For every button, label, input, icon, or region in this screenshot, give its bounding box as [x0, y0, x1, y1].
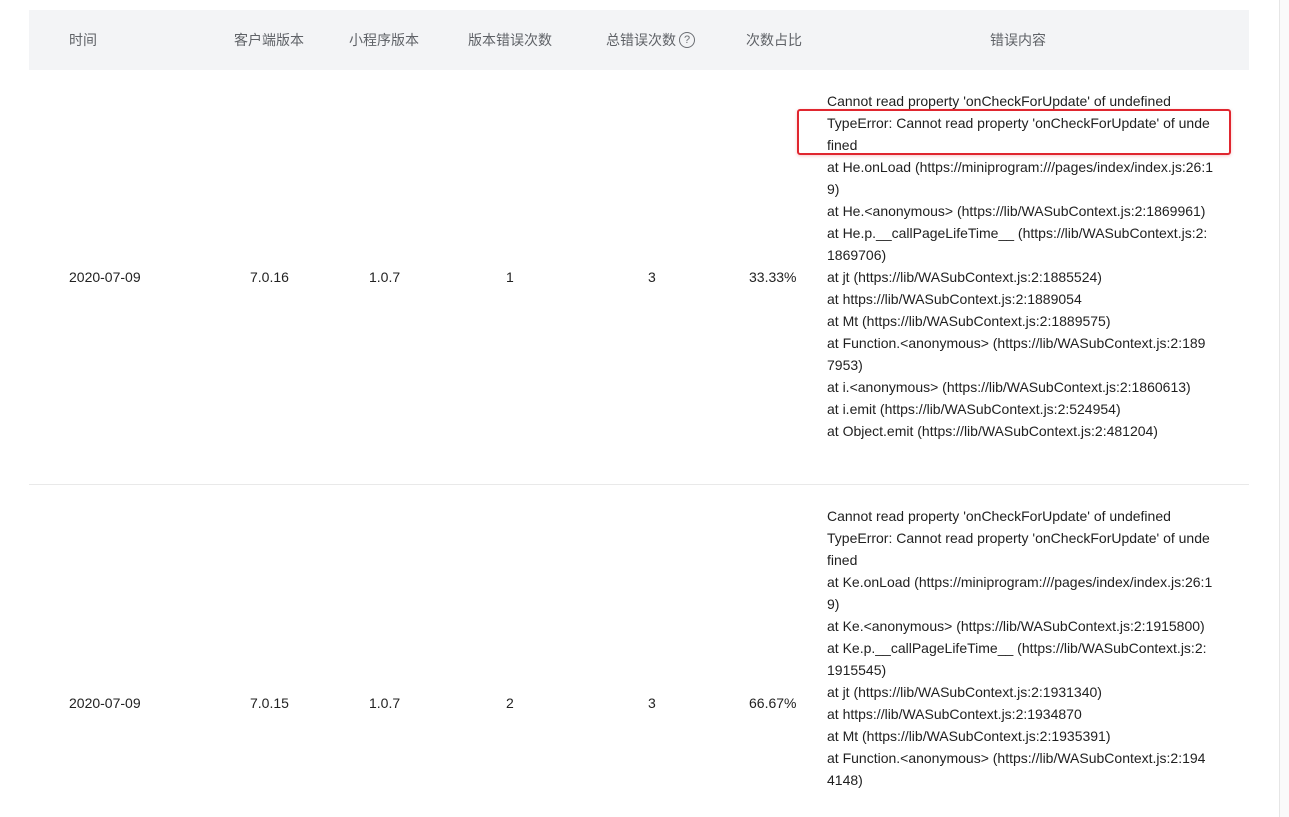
- cell-ratio: 33.33%: [749, 269, 797, 285]
- header-total-error-count-label: 总错误次数: [606, 32, 676, 48]
- cell-total-error-count: 3: [648, 695, 656, 711]
- error-line: at Mt (https://lib/WASubContext.js:2:193…: [827, 728, 1111, 744]
- error-line: at i.emit (https://lib/WASubContext.js:2…: [827, 401, 1121, 417]
- header-time: 时间: [69, 32, 97, 48]
- cell-miniprogram-version: 1.0.7: [369, 695, 401, 711]
- error-line: at https://lib/WASubContext.js:2:1889054: [827, 291, 1082, 307]
- page-scroll-edge[interactable]: [1279, 0, 1289, 817]
- error-line: at Function.<anonymous> (https://lib/WAS…: [827, 335, 1206, 373]
- error-line: at Ke.p.__callPageLifeTime__ (https://li…: [827, 640, 1207, 678]
- header-version-error-count: 版本错误次数: [468, 32, 552, 48]
- header-miniprogram-version: 小程序版本: [349, 32, 419, 48]
- header-total-error-count: 总错误次数?: [606, 10, 695, 70]
- error-line: at jt (https://lib/WASubContext.js:2:193…: [827, 684, 1102, 700]
- error-line: Cannot read property 'onCheckForUpdate' …: [827, 508, 1171, 524]
- help-icon[interactable]: ?: [679, 32, 695, 49]
- error-line: at He.onLoad (https://miniprogram:///pag…: [827, 159, 1213, 197]
- cell-client-version: 7.0.15: [250, 695, 289, 711]
- cell-version-error-count: 1: [506, 269, 514, 285]
- error-line: TypeError: Cannot read property 'onCheck…: [827, 115, 1210, 153]
- error-line: Cannot read property 'onCheckForUpdate' …: [827, 93, 1171, 109]
- error-line: at Mt (https://lib/WASubContext.js:2:188…: [827, 313, 1111, 329]
- cell-ratio: 66.67%: [749, 695, 797, 711]
- table-row: 2020-07-09 7.0.16 1.0.7 1 3 33.33% Canno…: [29, 70, 1249, 485]
- table-header: 时间 客户端版本 小程序版本 版本错误次数 总错误次数? 次数占比 错误内容: [29, 10, 1249, 70]
- error-line: at i.<anonymous> (https://lib/WASubConte…: [827, 379, 1191, 395]
- error-line: at Function.<anonymous> (https://lib/WAS…: [827, 750, 1206, 788]
- cell-total-error-count: 3: [648, 269, 656, 285]
- cell-time: 2020-07-09: [69, 269, 141, 285]
- error-line: at https://lib/WASubContext.js:2:1934870: [827, 706, 1082, 722]
- error-line: at Object.emit (https://lib/WASubContext…: [827, 423, 1158, 439]
- error-line: at jt (https://lib/WASubContext.js:2:188…: [827, 269, 1102, 285]
- cell-client-version: 7.0.16: [250, 269, 289, 285]
- header-client-version: 客户端版本: [234, 32, 304, 48]
- error-line: at He.<anonymous> (https://lib/WASubCont…: [827, 203, 1206, 219]
- cell-error-content: Cannot read property 'onCheckForUpdate' …: [827, 90, 1213, 442]
- cell-miniprogram-version: 1.0.7: [369, 269, 401, 285]
- error-line: at Ke.onLoad (https://miniprogram:///pag…: [827, 574, 1213, 612]
- cell-error-content: Cannot read property 'onCheckForUpdate' …: [827, 505, 1213, 791]
- table-row: 2020-07-09 7.0.15 1.0.7 2 3 66.67% Canno…: [29, 485, 1249, 817]
- header-ratio: 次数占比: [746, 32, 802, 48]
- cell-version-error-count: 2: [506, 695, 514, 711]
- table-body: 2020-07-09 7.0.16 1.0.7 1 3 33.33% Canno…: [29, 70, 1249, 817]
- error-line: TypeError: Cannot read property 'onCheck…: [827, 530, 1210, 568]
- error-detail-page: 时间 客户端版本 小程序版本 版本错误次数 总错误次数? 次数占比 错误内容 2…: [0, 0, 1289, 817]
- cell-time: 2020-07-09: [69, 695, 141, 711]
- error-table: 时间 客户端版本 小程序版本 版本错误次数 总错误次数? 次数占比 错误内容 2…: [29, 10, 1249, 817]
- error-line: at Ke.<anonymous> (https://lib/WASubCont…: [827, 618, 1205, 634]
- error-line: at He.p.__callPageLifeTime__ (https://li…: [827, 225, 1208, 263]
- header-error-content: 错误内容: [990, 32, 1046, 48]
